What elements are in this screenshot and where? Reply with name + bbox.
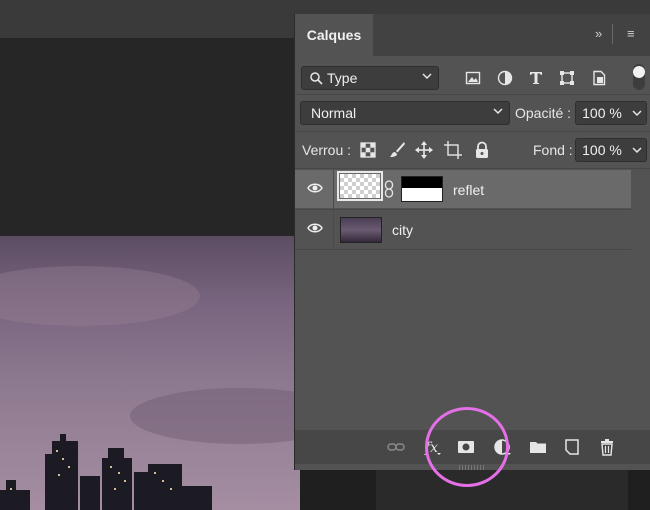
opacity-input[interactable]: 100 % [575, 101, 629, 125]
chevron-down-icon [422, 73, 432, 80]
opacity-dropdown-button[interactable] [628, 101, 647, 125]
app-top-bar [0, 0, 650, 14]
lock-artboard-icon[interactable] [444, 141, 462, 159]
filter-toggle-switch[interactable] [633, 64, 645, 90]
lock-label: Verrou : [302, 142, 352, 158]
layer-thumbnail-reflet[interactable] [337, 171, 383, 201]
blend-mode-value: Normal [311, 105, 357, 121]
document-tab-bar [0, 14, 300, 38]
layer-name-reflet[interactable]: reflet [453, 182, 484, 198]
chevron-down-icon [632, 147, 642, 154]
collapse-panel-button[interactable]: » [595, 26, 602, 41]
chevron-down-icon [493, 108, 503, 115]
layer-filter-select[interactable]: Type [301, 66, 439, 90]
panel-tab-bar: Calques » ≡ [295, 14, 650, 56]
chain-link-icon[interactable] [384, 180, 394, 198]
layers-panel: Calques » ≡ Type Normal Opacité: 100 % … [294, 14, 650, 470]
fill-input[interactable]: 100 % [575, 138, 629, 162]
new-group-folder-icon[interactable] [529, 438, 547, 456]
lock-position-move-icon[interactable] [415, 141, 433, 159]
image-filter-icon[interactable] [465, 70, 481, 86]
lock-pixels-brush-icon[interactable] [388, 141, 406, 159]
annotation-highlight-circle [425, 407, 509, 487]
layer-thumbnail-city[interactable] [340, 217, 382, 243]
tab-calques-label: Calques [306, 27, 362, 43]
lock-transparency-icon[interactable] [359, 141, 377, 159]
layer-row-reflet[interactable]: reflet [295, 170, 631, 208]
adjustment-filter-icon[interactable] [497, 70, 513, 86]
tab-calques[interactable]: Calques [295, 14, 373, 56]
smart-object-filter-icon[interactable] [591, 70, 607, 86]
document-canvas-background [0, 38, 300, 236]
delete-layer-trash-icon[interactable] [598, 438, 616, 456]
layer-name-city[interactable]: city [392, 222, 413, 238]
panel-menu-button[interactable]: ≡ [627, 26, 635, 41]
fill-label: Fond : [533, 142, 573, 158]
shape-filter-icon[interactable] [559, 70, 575, 86]
search-icon [310, 71, 323, 85]
layer-filter-value: Type [327, 70, 358, 86]
chevron-down-icon [632, 110, 642, 117]
blend-mode-select[interactable]: Normal [300, 101, 510, 125]
text-filter-icon[interactable] [528, 70, 544, 86]
opacity-label: Opacité : [515, 105, 572, 121]
link-layers-icon[interactable] [387, 438, 405, 456]
eye-visibility-icon[interactable] [307, 182, 323, 194]
eye-visibility-icon[interactable] [307, 222, 323, 234]
city-photo-canvas [0, 236, 300, 510]
layer-row-city[interactable]: city [295, 210, 631, 248]
fill-dropdown-button[interactable] [628, 138, 647, 162]
new-layer-icon[interactable] [563, 438, 581, 456]
layer-mask-thumbnail[interactable] [401, 176, 443, 202]
lock-all-padlock-icon[interactable] [473, 141, 491, 159]
